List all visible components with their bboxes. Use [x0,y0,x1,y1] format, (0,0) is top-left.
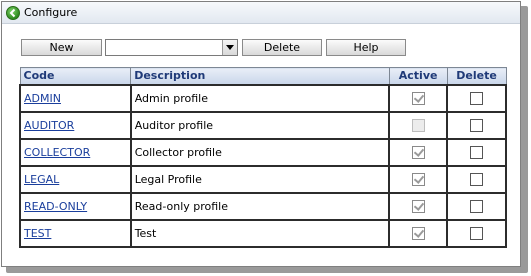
code-link-legal[interactable]: LEGAL [24,173,59,186]
profile-select[interactable] [105,39,238,56]
delete-checkbox[interactable] [470,172,484,186]
table-row: TEST Test [19,218,507,248]
delete-checkbox[interactable] [470,145,484,159]
new-button[interactable]: New [21,39,102,56]
delete-checkbox[interactable] [470,226,484,240]
table-row: READ-ONLY Read-only profile [19,191,507,221]
description-cell: Read-only profile [129,191,391,221]
delete-checkbox[interactable] [470,91,484,105]
active-checkbox [411,199,425,213]
table-row: COLLECTOR Collector profile [19,137,507,167]
table-row: LEGAL Legal Profile [19,164,507,194]
code-link-collector[interactable]: COLLECTOR [24,146,90,159]
title-bar: Configure [2,2,520,24]
active-checkbox [411,226,425,240]
code-link-test[interactable]: TEST [24,227,51,240]
delete-checkbox[interactable] [470,118,484,132]
active-checkbox [411,91,425,105]
delete-button[interactable]: Delete [242,39,322,56]
column-header-delete: Delete [446,67,507,85]
description-cell: Test [129,218,391,248]
active-checkbox [411,172,425,186]
table-header-row: Code Description Active Delete [19,67,507,85]
profiles-table: Code Description Active Delete ADMIN Adm… [19,67,507,248]
column-header-code: Code [19,67,132,85]
delete-checkbox[interactable] [470,199,484,213]
description-cell: Auditor profile [129,110,391,140]
description-cell: Collector profile [129,137,391,167]
chevron-down-icon[interactable] [222,40,237,55]
back-arrow-icon[interactable] [6,5,20,20]
column-header-description: Description [130,67,390,85]
help-button[interactable]: Help [326,39,406,56]
active-checkbox [411,118,425,132]
code-link-auditor[interactable]: AUDITOR [24,119,74,132]
active-checkbox [411,145,425,159]
code-link-admin[interactable]: ADMIN [24,92,61,105]
window-title: Configure [24,6,78,19]
table-row: ADMIN Admin profile [19,83,507,113]
code-link-read-only[interactable]: READ-ONLY [24,200,87,213]
description-cell: Admin profile [129,83,391,113]
table-row: AUDITOR Auditor profile [19,110,507,140]
toolbar: New Delete Help [21,39,406,56]
description-cell: Legal Profile [129,164,391,194]
column-header-active: Active [388,67,448,85]
